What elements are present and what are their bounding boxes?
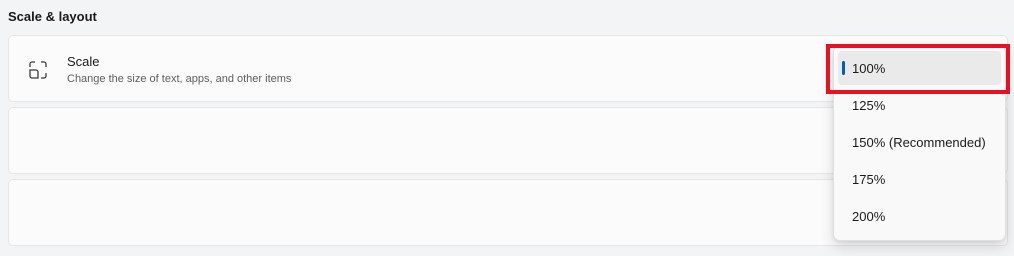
settings-page: Scale & layout Scale Change the size of … [0,0,1014,256]
scale-frame-icon [29,61,47,79]
selected-indicator [842,61,845,75]
scale-description: Change the size of text, apps, and other… [67,73,292,85]
scale-dropdown-list[interactable]: 100% 125% 150% (Recommended) 175% 200% [833,45,1006,241]
scale-option-200[interactable]: 200% [838,199,1001,233]
scale-option-175[interactable]: 175% [838,162,1001,196]
scale-text-group: Scale Change the size of text, apps, and… [67,54,291,85]
scale-option-100[interactable]: 100% [838,51,1001,85]
option-label: 200% [852,208,886,224]
scale-option-125[interactable]: 125% [838,88,1001,122]
option-label: 150% (Recommended) [852,134,986,150]
option-label: 125% [852,97,886,113]
scale-label: Scale [67,54,100,69]
option-label: 100% [852,60,886,76]
section-title: Scale & layout [8,9,97,24]
scale-option-150[interactable]: 150% (Recommended) [838,125,1001,159]
option-label: 175% [852,171,886,187]
